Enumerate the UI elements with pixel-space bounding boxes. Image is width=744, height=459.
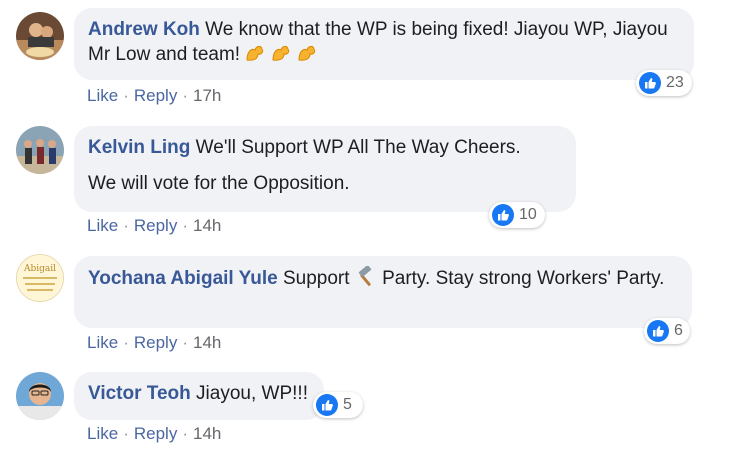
reaction-count-value: 23 [666,74,684,91]
like-link[interactable]: Like [87,216,118,235]
author-name[interactable]: Andrew Koh [88,19,200,40]
comment-victor-teoh: Victor Teoh Jiayou, WP!!! 5 Like · Reply · 1… [0,360,744,459]
timestamp[interactable]: 14h [193,424,221,443]
reply-link[interactable]: Reply [134,424,177,443]
comment-bubble: Yochana Abigail Yule Support Party. Stay… [74,256,692,328]
comment-text-continued: Party. Stay strong Workers' Party. [376,268,665,289]
comment-bubble: Victor Teoh Jiayou, WP!!! [74,372,324,420]
like-link[interactable]: Like [87,86,118,105]
thumbs-up-icon [647,320,669,342]
avatar[interactable]: Abigail [16,254,64,302]
thumbs-up-icon [639,72,661,94]
reply-link[interactable]: Reply [134,216,177,235]
comment-text: We'll Support WP All The Way Cheers. [190,137,521,158]
reaction-count-value: 6 [674,322,683,339]
reaction-count-value: 10 [519,206,537,223]
timestamp[interactable]: 14h [193,333,221,352]
author-name[interactable]: Yochana Abigail Yule [88,268,278,289]
reply-link[interactable]: Reply [134,333,177,352]
comment-actions: Like · Reply · 14h [87,333,222,352]
comment-text-second-paragraph: We will vote for the Opposition. [88,173,350,194]
author-name[interactable]: Victor Teoh [88,383,191,404]
flexed-biceps-icon [245,42,323,71]
comment-andrew-koh: Andrew Koh We know that the WP is being … [0,0,744,118]
avatar[interactable] [16,372,64,420]
avatar[interactable] [16,12,64,60]
comment-yochana-abigail-yule: Abigail Yochana Abigail Yule Support Par… [0,248,744,360]
reply-link[interactable]: Reply [134,86,177,105]
comment-actions: Like · Reply · 17h [87,86,222,105]
comment-kelvin-ling: Kelvin Ling We'll Support WP All The Way… [0,118,744,248]
comment-actions: Like · Reply · 14h [87,216,222,235]
reaction-count-value: 5 [343,396,352,413]
avatar[interactable] [16,126,64,174]
hammer-icon [355,265,377,288]
timestamp[interactable]: 14h [193,216,221,235]
reaction-count[interactable]: 10 [489,202,545,228]
like-link[interactable]: Like [87,424,118,443]
timestamp[interactable]: 17h [193,86,221,105]
svg-text:Abigail: Abigail [23,264,56,274]
reaction-count[interactable]: 5 [313,392,363,418]
thumbs-up-icon [316,394,338,416]
comment-actions: Like · Reply · 14h [87,424,222,443]
thumbs-up-icon [492,204,514,226]
author-name[interactable]: Kelvin Ling [88,137,190,158]
reaction-count[interactable]: 6 [644,318,690,344]
comment-bubble: Andrew Koh We know that the WP is being … [74,8,694,80]
comment-text: Support [277,268,355,289]
comment-text: Jiayou, WP!!! [190,383,308,404]
comment-bubble: Kelvin Ling We'll Support WP All The Way… [74,126,576,212]
reaction-count[interactable]: 23 [636,70,692,96]
like-link[interactable]: Like [87,333,118,352]
